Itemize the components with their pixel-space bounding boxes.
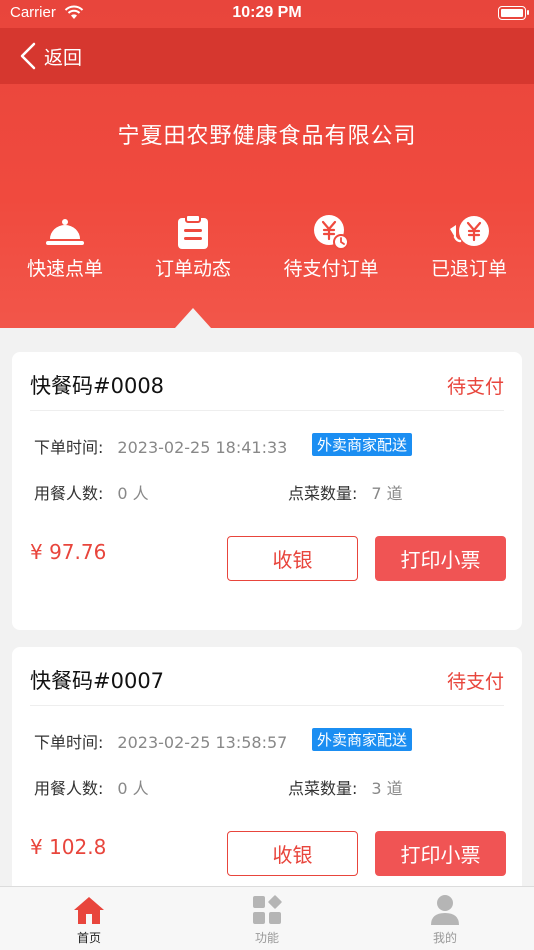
diners-row: 用餐人数: 0 人 bbox=[34, 775, 149, 799]
home-icon bbox=[74, 897, 104, 924]
divider bbox=[30, 705, 504, 706]
quick-menu: 快速点单 订单动态 待支付订单 已退订单 bbox=[0, 212, 534, 292]
tab-profile[interactable]: 我的 bbox=[385, 893, 505, 946]
order-time-label: 下单时间: bbox=[34, 438, 104, 457]
diners-label: 用餐人数: bbox=[34, 779, 104, 798]
back-label: 返回 bbox=[44, 46, 83, 69]
checkout-button[interactable]: 收银 bbox=[227, 831, 358, 876]
diners-value: 0 人 bbox=[117, 779, 149, 798]
order-code: 快餐码#0007 bbox=[30, 669, 165, 693]
dishes-value: 3 道 bbox=[371, 779, 403, 798]
yen-clock-icon bbox=[314, 215, 349, 250]
order-code: 快餐码#0008 bbox=[30, 374, 165, 398]
chevron-left-icon bbox=[20, 42, 36, 70]
menu-quick-order[interactable]: 快速点单 bbox=[0, 212, 130, 281]
order-time-row: 下单时间: 2023-02-25 18:41:33 bbox=[34, 434, 287, 458]
order-card[interactable]: 快餐码#0008 待支付 下单时间: 2023-02-25 18:41:33 外卖… bbox=[12, 352, 522, 630]
menu-refunded-orders[interactable]: 已退订单 bbox=[404, 212, 534, 281]
yen-refund-icon bbox=[450, 216, 489, 246]
order-card[interactable]: 快餐码#0007 待支付 下单时间: 2023-02-25 13:58:57 外卖… bbox=[12, 647, 522, 907]
user-icon bbox=[431, 895, 459, 925]
order-time-label: 下单时间: bbox=[34, 733, 104, 752]
order-time-value: 2023-02-25 18:41:33 bbox=[117, 438, 288, 457]
active-menu-indicator bbox=[175, 308, 211, 328]
tab-label: 首页 bbox=[76, 931, 101, 945]
status-bar: Carrier 10:29 PM bbox=[0, 0, 534, 28]
diners-row: 用餐人数: 0 人 bbox=[34, 480, 149, 504]
print-receipt-button[interactable]: 打印小票 bbox=[375, 536, 506, 581]
tab-home[interactable]: 首页 bbox=[29, 893, 149, 946]
menu-order-updates[interactable]: 订单动态 bbox=[128, 212, 258, 281]
tab-label: 功能 bbox=[254, 931, 279, 945]
menu-pending-payment[interactable]: 待支付订单 bbox=[266, 212, 396, 281]
battery-icon bbox=[498, 6, 529, 20]
divider bbox=[30, 410, 504, 411]
tab-label: 我的 bbox=[432, 931, 457, 945]
print-receipt-button[interactable]: 打印小票 bbox=[375, 831, 506, 876]
order-price: ¥ 102.8 bbox=[30, 835, 107, 859]
menu-label: 待支付订单 bbox=[283, 258, 379, 280]
clipboard-icon bbox=[178, 214, 208, 249]
order-status: 待支付 bbox=[446, 376, 504, 398]
company-name: 宁夏田农野健康食品有限公司 bbox=[117, 124, 417, 149]
food-cloche-icon bbox=[46, 219, 84, 245]
menu-label: 快速点单 bbox=[26, 258, 103, 280]
diners-value: 0 人 bbox=[117, 484, 149, 503]
grid-icon bbox=[253, 895, 282, 924]
dishes-label: 点菜数量: bbox=[288, 484, 358, 503]
order-time-value: 2023-02-25 13:58:57 bbox=[117, 733, 288, 752]
delivery-tag: 外卖商家配送 bbox=[312, 433, 413, 456]
dishes-label: 点菜数量: bbox=[288, 779, 358, 798]
order-time-row: 下单时间: 2023-02-25 13:58:57 bbox=[34, 729, 287, 753]
diners-label: 用餐人数: bbox=[34, 484, 104, 503]
delivery-tag: 外卖商家配送 bbox=[312, 728, 413, 751]
tab-functions[interactable]: 功能 bbox=[207, 893, 327, 946]
dishes-row: 点菜数量: 3 道 bbox=[288, 775, 403, 799]
order-status: 待支付 bbox=[446, 671, 504, 693]
nav-bar: 返回 bbox=[0, 28, 534, 84]
dishes-value: 7 道 bbox=[371, 484, 403, 503]
dishes-row: 点菜数量: 7 道 bbox=[288, 480, 403, 504]
clock: 10:29 PM bbox=[232, 4, 302, 21]
menu-label: 订单动态 bbox=[154, 258, 231, 280]
tab-bar: 首页 功能 我的 bbox=[0, 886, 534, 950]
checkout-button[interactable]: 收银 bbox=[227, 536, 358, 581]
order-price: ¥ 97.76 bbox=[30, 540, 107, 564]
back-button[interactable]: 返回 bbox=[18, 38, 82, 74]
menu-label: 已退订单 bbox=[430, 258, 507, 280]
